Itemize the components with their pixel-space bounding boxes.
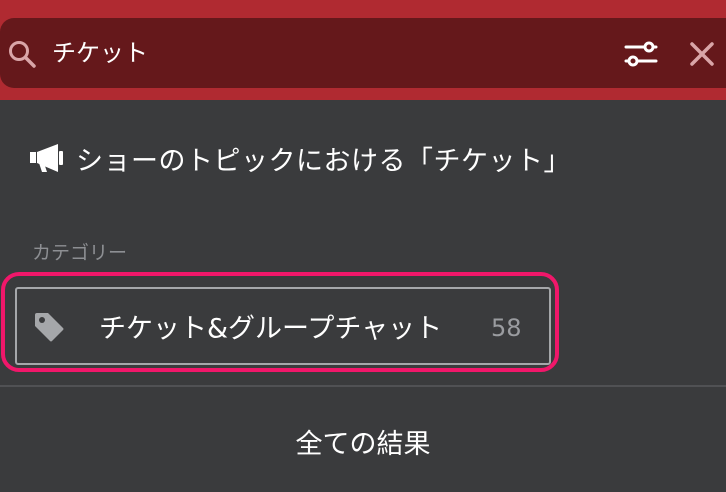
search-results-dropdown: ショーのトピックにおける「チケット」 カテゴリー チケット&グループチャット 5…	[0, 100, 726, 492]
category-name: チケット&グループチャット	[99, 313, 443, 345]
close-icon[interactable]	[686, 38, 718, 70]
categories-section-label: カテゴリー	[32, 242, 128, 264]
all-results-link[interactable]: 全ての結果	[0, 422, 726, 461]
search-header: チケット	[0, 0, 726, 100]
topic-suggestion-label: ショーのトピックにおける「チケット」	[76, 145, 571, 177]
category-count: 58	[491, 314, 522, 342]
category-item[interactable]: チケット&グループチャット 58	[15, 287, 551, 365]
topic-search-suggestion[interactable]: ショーのトピックにおける「チケット」	[28, 136, 571, 180]
megaphone-icon	[30, 144, 63, 172]
search-icon	[9, 41, 36, 68]
search-bar[interactable]: チケット	[0, 18, 726, 88]
filter-sliders-icon[interactable]	[622, 38, 660, 70]
search-input[interactable]: チケット	[52, 38, 148, 68]
divider	[0, 385, 726, 387]
tag-icon	[35, 313, 64, 342]
